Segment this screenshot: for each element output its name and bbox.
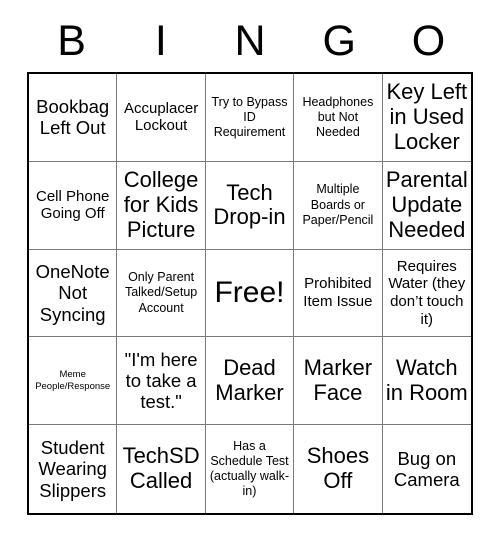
- bingo-cell-label: Accuplacer Lockout: [123, 99, 199, 135]
- bingo-cell[interactable]: Multiple Boards or Paper/Pencil: [294, 161, 383, 250]
- bingo-cell[interactable]: Shoes Off: [294, 425, 383, 513]
- bingo-header-row: B I N G O: [27, 13, 473, 72]
- bingo-cell[interactable]: Dead Marker: [205, 337, 295, 426]
- bingo-cell[interactable]: Try to Bypass ID Requirement: [205, 74, 295, 162]
- bingo-header-letter-o: O: [411, 17, 446, 65]
- bingo-cell[interactable]: Bug on Camera: [383, 425, 471, 513]
- bingo-cell-label: Prohibited Item Issue: [303, 275, 373, 310]
- bingo-cell-label: Marker Face: [303, 355, 373, 405]
- bingo-cell[interactable]: Accuplacer Lockout: [117, 74, 206, 162]
- bingo-cell-label: Dead Marker: [215, 355, 284, 405]
- bingo-cell[interactable]: Prohibited Item Issue: [294, 249, 383, 338]
- bingo-cell-label: Has a Schedule Test (actually walk-in): [209, 438, 290, 499]
- bingo-cell-free-space[interactable]: Free!: [205, 249, 295, 338]
- bingo-cell[interactable]: College for Kids Picture: [117, 161, 206, 250]
- bingo-cell[interactable]: Key Left in Used Locker: [382, 74, 471, 162]
- bingo-cell-label: Watch in Room: [385, 355, 468, 405]
- bingo-cell[interactable]: Student Wearing Slippers: [29, 425, 118, 513]
- bingo-cell-label: "I'm here to take a test.": [124, 348, 198, 413]
- bingo-cell-label: Headphones but Not Needed: [302, 94, 374, 140]
- bingo-cell-label: Key Left in Used Locker: [386, 79, 468, 154]
- bingo-cell[interactable]: Marker Face: [294, 337, 383, 426]
- bingo-cell[interactable]: Requires Water (they don’t touch it): [382, 250, 471, 338]
- bingo-cell-label: Try to Bypass ID Requirement: [211, 94, 288, 140]
- bingo-cell[interactable]: Has a Schedule Test (actually walk-in): [206, 425, 295, 513]
- bingo-cell-label: Only Parent Talked/Setup Account: [124, 270, 198, 315]
- bingo-cell-label: Multiple Boards or Paper/Pencil: [302, 182, 374, 227]
- bingo-cell[interactable]: OneNote Not Syncing: [29, 249, 118, 338]
- bingo-cell-label: TechSD Called: [122, 443, 200, 494]
- bingo-cell-label: Bookbag Left Out: [36, 96, 110, 139]
- bingo-cell[interactable]: Bookbag Left Out: [29, 74, 118, 162]
- bingo-cell-label: Shoes Off: [306, 443, 370, 494]
- bingo-cell[interactable]: Watch in Room: [382, 337, 471, 426]
- bingo-cell-label: Free!: [214, 276, 285, 310]
- bingo-header-letter-i: I: [154, 17, 167, 65]
- bingo-card: B I N G O Bookbag Left Out Accuplacer Lo…: [27, 13, 473, 515]
- bingo-cell[interactable]: "I'm here to take a test.": [117, 337, 206, 426]
- bingo-cell-label: OneNote Not Syncing: [35, 261, 110, 325]
- bingo-cell-label: Cell Phone Going Off: [36, 187, 110, 223]
- bingo-header-letter-n: N: [234, 17, 266, 65]
- bingo-cell[interactable]: Tech Drop-in: [205, 161, 295, 250]
- bingo-cell-label: College for Kids Picture: [123, 167, 199, 242]
- bingo-cell[interactable]: TechSD Called: [117, 425, 206, 513]
- bingo-grid: Bookbag Left Out Accuplacer Lockout Try …: [27, 72, 473, 515]
- bingo-cell[interactable]: Headphones but Not Needed: [294, 74, 383, 162]
- bingo-cell[interactable]: Parental Update Needed: [382, 162, 471, 250]
- bingo-cell-label: Tech Drop-in: [213, 179, 286, 230]
- bingo-cell-label: Bug on Camera: [393, 447, 460, 491]
- bingo-cell[interactable]: Only Parent Talked/Setup Account: [117, 249, 206, 338]
- bingo-cell[interactable]: Cell Phone Going Off: [29, 161, 118, 250]
- bingo-cell-label: Requires Water (they don’t touch it): [388, 257, 466, 328]
- bingo-cell[interactable]: Meme People/Response: [29, 337, 118, 426]
- bingo-cell-label: Student Wearing Slippers: [38, 437, 107, 501]
- bingo-header-letter-b: B: [57, 17, 86, 65]
- bingo-cell-label: Parental Update Needed: [385, 167, 468, 242]
- bingo-cell-label: Meme People/Response: [35, 368, 111, 392]
- bingo-header-letter-g: G: [322, 17, 356, 65]
